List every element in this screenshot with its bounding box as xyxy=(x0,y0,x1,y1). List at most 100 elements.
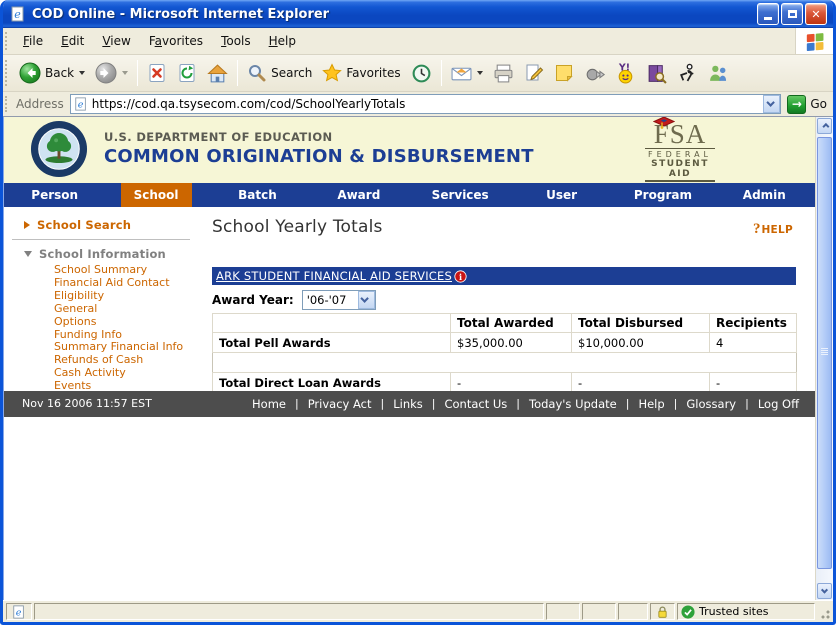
footer-link-privacy-act[interactable]: Privacy Act xyxy=(308,397,372,411)
yahoo-messenger-button[interactable]: Y! xyxy=(610,61,641,86)
scroll-down-button[interactable] xyxy=(817,583,832,599)
maximize-button[interactable] xyxy=(781,3,803,25)
menu-help[interactable]: Help xyxy=(260,31,305,51)
nav-tab-admin[interactable]: Admin xyxy=(714,183,815,207)
nav-tab-award[interactable]: Award xyxy=(308,183,409,207)
sidebar-section-school-search[interactable]: School Search xyxy=(4,215,200,235)
notes-button[interactable] xyxy=(549,61,579,85)
row-label: Total Direct Loan Awards xyxy=(213,373,451,391)
home-button[interactable] xyxy=(202,61,233,86)
favorites-button[interactable]: Favorites xyxy=(317,61,405,85)
refresh-button[interactable] xyxy=(172,61,202,85)
menu-favorites[interactable]: Favorites xyxy=(140,31,212,51)
messenger-button[interactable] xyxy=(703,61,734,86)
footer-link-links[interactable]: Links xyxy=(393,397,423,411)
nav-tab-services[interactable]: Services xyxy=(410,183,511,207)
discuss-button[interactable] xyxy=(579,61,610,86)
scroll-up-button[interactable] xyxy=(817,118,832,134)
print-button[interactable] xyxy=(488,61,519,86)
fsa-federal-text: FEDERAL xyxy=(645,148,715,159)
research-book-icon xyxy=(646,63,667,84)
sidebar-item-financial-aid-contact[interactable]: Financial Aid Contact xyxy=(54,277,200,290)
nav-tab-program[interactable]: Program xyxy=(612,183,713,207)
triangle-down-icon xyxy=(24,251,32,257)
sidebar-item-events[interactable]: Events xyxy=(54,380,200,390)
go-button[interactable]: → Go xyxy=(787,95,827,114)
minimize-button[interactable] xyxy=(757,3,779,25)
page-viewport: U.S. DEPARTMENT OF EDUCATION COMMON ORIG… xyxy=(3,117,815,600)
research-button[interactable] xyxy=(641,61,672,86)
history-button[interactable] xyxy=(406,61,437,86)
title-bar[interactable]: e COD Online - Microsoft Internet Explor… xyxy=(3,0,833,28)
award-year-select[interactable]: '06-'07 xyxy=(302,290,376,310)
status-pane-1 xyxy=(546,603,580,620)
aim-button[interactable] xyxy=(672,61,703,86)
svg-text:i: i xyxy=(459,271,462,281)
nav-tab-batch[interactable]: Batch xyxy=(207,183,308,207)
go-arrow-icon: → xyxy=(787,95,806,114)
back-icon xyxy=(19,62,41,84)
sidebar-section-school-information[interactable]: School Information xyxy=(4,244,200,264)
menu-grip[interactable] xyxy=(5,32,10,50)
address-grip[interactable] xyxy=(5,96,10,113)
footer-link-glossary[interactable]: Glossary xyxy=(686,397,736,411)
footer-link-home[interactable]: Home xyxy=(252,397,286,411)
vertical-scrollbar[interactable] xyxy=(815,117,833,600)
spacer-row xyxy=(213,353,797,373)
sidebar-item-options[interactable]: Options xyxy=(54,316,200,329)
row-value: $10,000.00 xyxy=(572,333,710,353)
menu-edit[interactable]: Edit xyxy=(52,31,93,51)
award-year-dropdown-icon xyxy=(358,291,375,309)
status-ie-icon: e xyxy=(12,605,26,619)
sidebar-item-school-summary[interactable]: School Summary xyxy=(54,264,200,277)
menu-file[interactable]: File xyxy=(14,31,52,51)
page-title: School Yearly Totals xyxy=(212,217,815,237)
search-button[interactable]: Search xyxy=(242,61,317,85)
menu-bar: FileEditViewFavoritesToolsHelp xyxy=(3,28,833,55)
site-banner: U.S. DEPARTMENT OF EDUCATION COMMON ORIG… xyxy=(4,117,815,183)
nav-tab-user[interactable]: User xyxy=(511,183,612,207)
forward-button[interactable] xyxy=(90,60,133,86)
footer-link-today-s-update[interactable]: Today's Update xyxy=(529,397,617,411)
footer-link-separator: | xyxy=(674,397,678,410)
scroll-thumb[interactable] xyxy=(817,137,832,569)
toolbar-grip[interactable] xyxy=(5,60,10,85)
go-label: Go xyxy=(810,97,827,111)
address-bar: Address e https://cod.qa.tsysecom.com/co… xyxy=(3,92,833,117)
nav-tab-school[interactable]: School xyxy=(105,183,206,207)
sticky-note-icon xyxy=(554,63,574,83)
toolbar: Back xyxy=(3,55,833,92)
zone-label: Trusted sites xyxy=(699,605,769,618)
graduation-cap-icon xyxy=(653,117,675,131)
resize-grip[interactable] xyxy=(817,603,831,620)
footer-link-separator: | xyxy=(381,397,385,410)
column-header-total-awarded: Total Awarded xyxy=(451,314,572,333)
site-title: COMMON ORIGINATION & DISBURSEMENT xyxy=(104,146,534,167)
info-icon[interactable]: i xyxy=(454,270,467,283)
table-row: Total Pell Awards$35,000.00$10,000.004 xyxy=(213,333,797,353)
address-input[interactable]: e https://cod.qa.tsysecom.com/cod/School… xyxy=(70,94,782,114)
home-icon xyxy=(207,63,228,84)
menu-tools[interactable]: Tools xyxy=(212,31,260,51)
nav-tab-person[interactable]: Person xyxy=(4,183,105,207)
close-button[interactable]: ✕ xyxy=(805,3,827,25)
stop-button[interactable] xyxy=(142,61,172,85)
back-dropdown-icon xyxy=(79,71,85,75)
footer-link-contact-us[interactable]: Contact Us xyxy=(444,397,507,411)
discuss-icon xyxy=(584,63,605,84)
edit-button[interactable] xyxy=(519,61,549,85)
footer-link-separator: | xyxy=(295,397,299,410)
mail-icon xyxy=(451,63,472,84)
footer-timestamp: Nov 16 2006 11:57 EST xyxy=(22,397,152,410)
help-button[interactable]: ? HELP xyxy=(753,221,793,238)
sidebar-item-eligibility[interactable]: Eligibility xyxy=(54,290,200,303)
footer-link-help[interactable]: Help xyxy=(638,397,664,411)
lock-icon xyxy=(656,605,669,619)
mail-button[interactable] xyxy=(446,61,488,86)
sidebar-item-general[interactable]: General xyxy=(54,303,200,316)
menu-view[interactable]: View xyxy=(93,31,139,51)
address-dropdown-button[interactable] xyxy=(763,95,780,113)
school-name-link[interactable]: ARK STUDENT FINANCIAL AID SERVICES xyxy=(216,269,452,283)
footer-link-log-off[interactable]: Log Off xyxy=(758,397,799,411)
back-button[interactable]: Back xyxy=(14,60,90,86)
